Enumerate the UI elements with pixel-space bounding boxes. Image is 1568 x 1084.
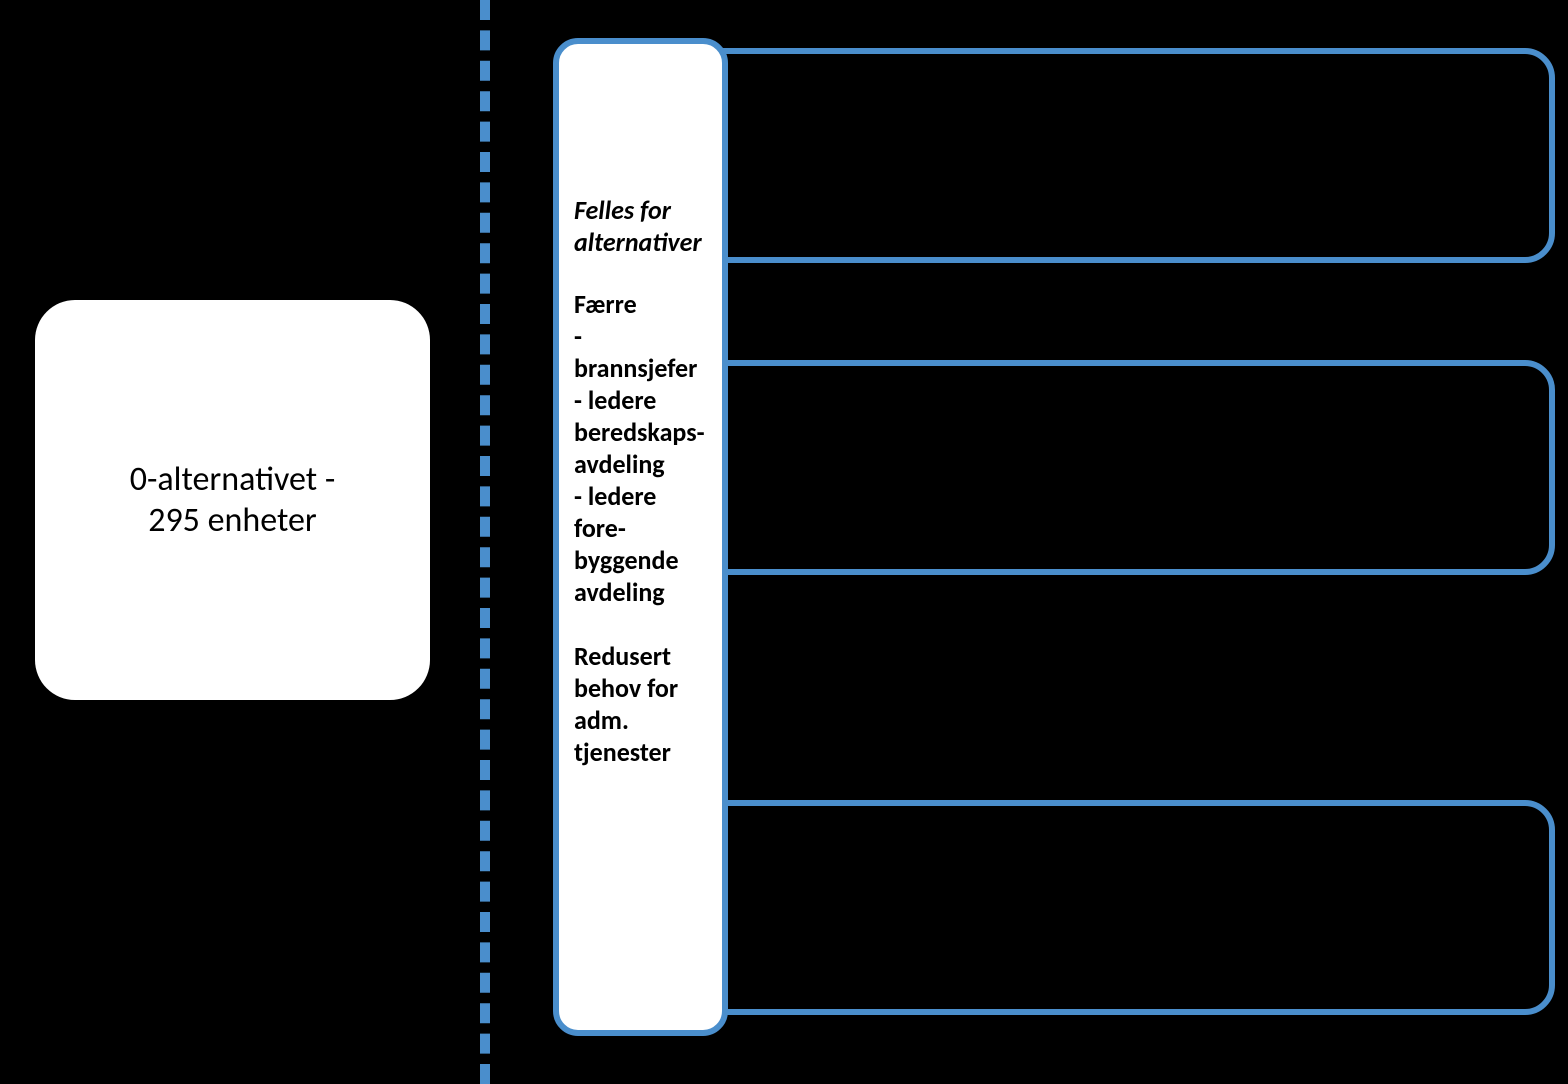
common-section1-item4: avdeling — [574, 448, 707, 480]
common-section2-line3: adm. — [574, 704, 707, 736]
common-section1-item6: byggende — [574, 544, 707, 576]
vertical-divider — [480, 0, 490, 1084]
left-line2: 295 enheter — [148, 500, 317, 541]
left-alternative-box: 0-alternativet - 295 enheter — [35, 300, 430, 700]
common-section2-line2: behov for — [574, 672, 707, 704]
common-header2: alternativer — [574, 226, 707, 258]
common-header1: Felles for — [574, 194, 707, 226]
right-box-2 — [660, 360, 1555, 575]
right-box-3 — [660, 800, 1555, 1015]
common-section1-item5: - ledere fore- — [574, 480, 707, 544]
common-alternatives-box: Felles for alternativer Færre - brannsje… — [553, 38, 728, 1036]
common-section2-line4: tjenester — [574, 736, 707, 768]
common-section1-title: Færre — [574, 288, 707, 320]
right-box-1 — [660, 48, 1555, 263]
left-line1: 0-alternativet - — [130, 459, 336, 500]
common-section1-item7: avdeling — [574, 576, 707, 608]
common-section1-item3: beredskaps- — [574, 416, 707, 448]
common-section1-item1: - brannsjefer — [574, 320, 707, 384]
common-section1-item2: - ledere — [574, 384, 707, 416]
common-section2-line1: Redusert — [574, 640, 707, 672]
